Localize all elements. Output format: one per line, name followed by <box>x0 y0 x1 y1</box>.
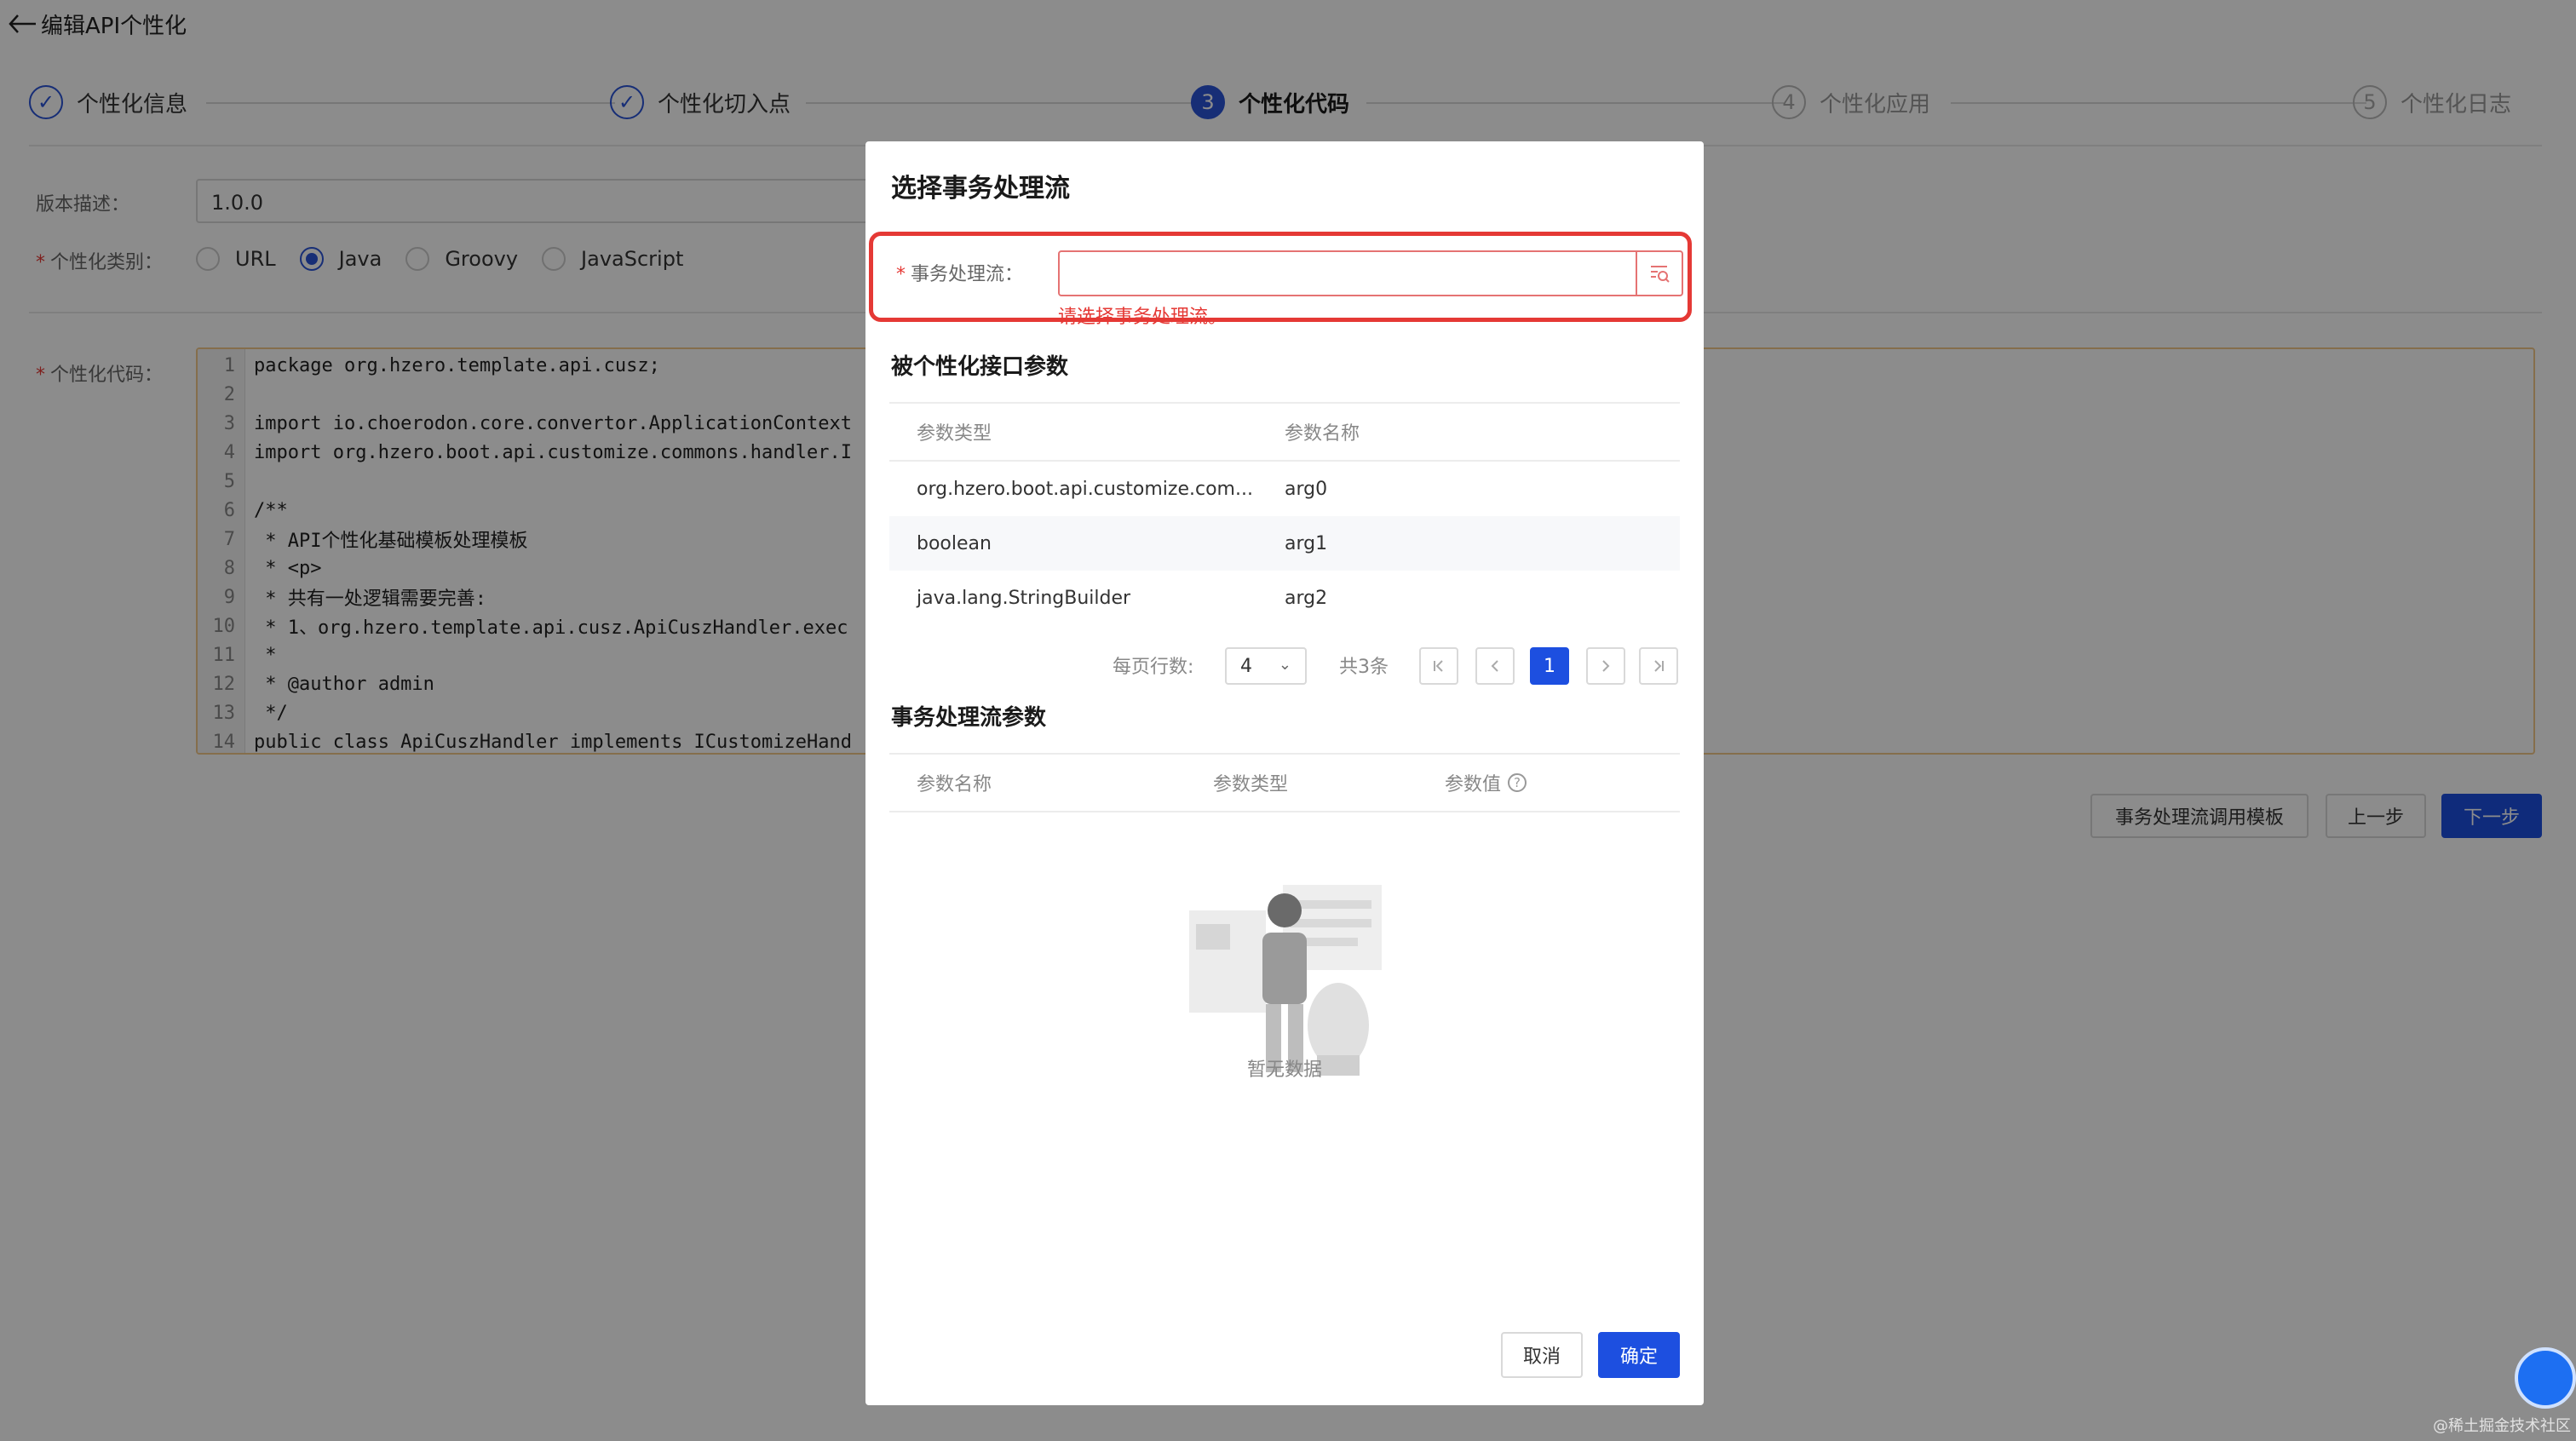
chevron-down-icon: ⌄ <box>1278 656 1291 674</box>
required-mark: * <box>896 264 906 285</box>
confirm-button[interactable]: 确定 <box>1598 1332 1680 1378</box>
first-page-icon[interactable] <box>1419 647 1458 685</box>
flow-field-label: * 事务处理流： <box>896 259 1023 286</box>
column-header: 参数类型 <box>1213 774 1289 795</box>
column-header: 参数名称 <box>1285 423 1360 445</box>
table-row[interactable]: boolean arg1 <box>889 516 1680 571</box>
total-count: 共3条 <box>1339 657 1389 678</box>
next-page-icon[interactable] <box>1586 647 1625 685</box>
empty-text: 暂无数据 <box>1246 1059 1322 1081</box>
column-header: 参数值 <box>1445 774 1502 795</box>
flow-params-title: 事务处理流参数 <box>891 705 1047 731</box>
table-header: 参数名称 参数类型 参数值 ? <box>889 755 1680 811</box>
param-name-cell: arg1 <box>1285 532 1328 554</box>
table-row[interactable]: java.lang.StringBuilder arg2 <box>889 571 1680 625</box>
param-name-cell: arg0 <box>1285 478 1328 500</box>
interface-params-title: 被个性化接口参数 <box>891 354 1069 380</box>
help-icon[interactable]: ? <box>1508 773 1527 792</box>
last-page-icon[interactable] <box>1639 647 1678 685</box>
param-name-cell: arg2 <box>1285 587 1328 609</box>
flow-field-label-text: 事务处理流： <box>911 264 1024 285</box>
column-header: 参数名称 <box>917 774 992 795</box>
param-type-cell: org.hzero.boot.api.customize.com... <box>917 478 1253 500</box>
prev-page-icon[interactable] <box>1475 647 1515 685</box>
param-type-cell: java.lang.StringBuilder <box>917 587 1131 609</box>
rows-per-page-label: 每页行数: <box>1113 657 1194 678</box>
lov-search-icon[interactable] <box>1636 252 1682 295</box>
modal-title: 选择事务处理流 <box>891 174 1070 204</box>
table-header: 参数类型 参数名称 <box>889 404 1680 460</box>
floating-help-icon[interactable] <box>2515 1347 2576 1409</box>
param-type-cell: boolean <box>917 532 992 554</box>
table-row[interactable]: org.hzero.boot.api.customize.com... arg0 <box>889 462 1680 516</box>
divider <box>889 811 1680 812</box>
watermark: @稀土掘金技术社区 <box>2433 1417 2571 1435</box>
select-flow-modal: 选择事务处理流 * 事务处理流： 请选择事务处理流。 被个性化接口参数 参数类型 … <box>865 141 1704 1405</box>
column-header: 参数类型 <box>917 423 992 445</box>
cancel-button[interactable]: 取消 <box>1501 1332 1583 1378</box>
page-1-button[interactable]: 1 <box>1530 647 1569 685</box>
flow-lov-input[interactable] <box>1058 250 1683 296</box>
page-size-select[interactable]: 4 ⌄ <box>1225 647 1307 685</box>
page-size-value: 4 <box>1240 655 1252 677</box>
flow-field-error: 请选择事务处理流。 <box>1058 307 1228 328</box>
